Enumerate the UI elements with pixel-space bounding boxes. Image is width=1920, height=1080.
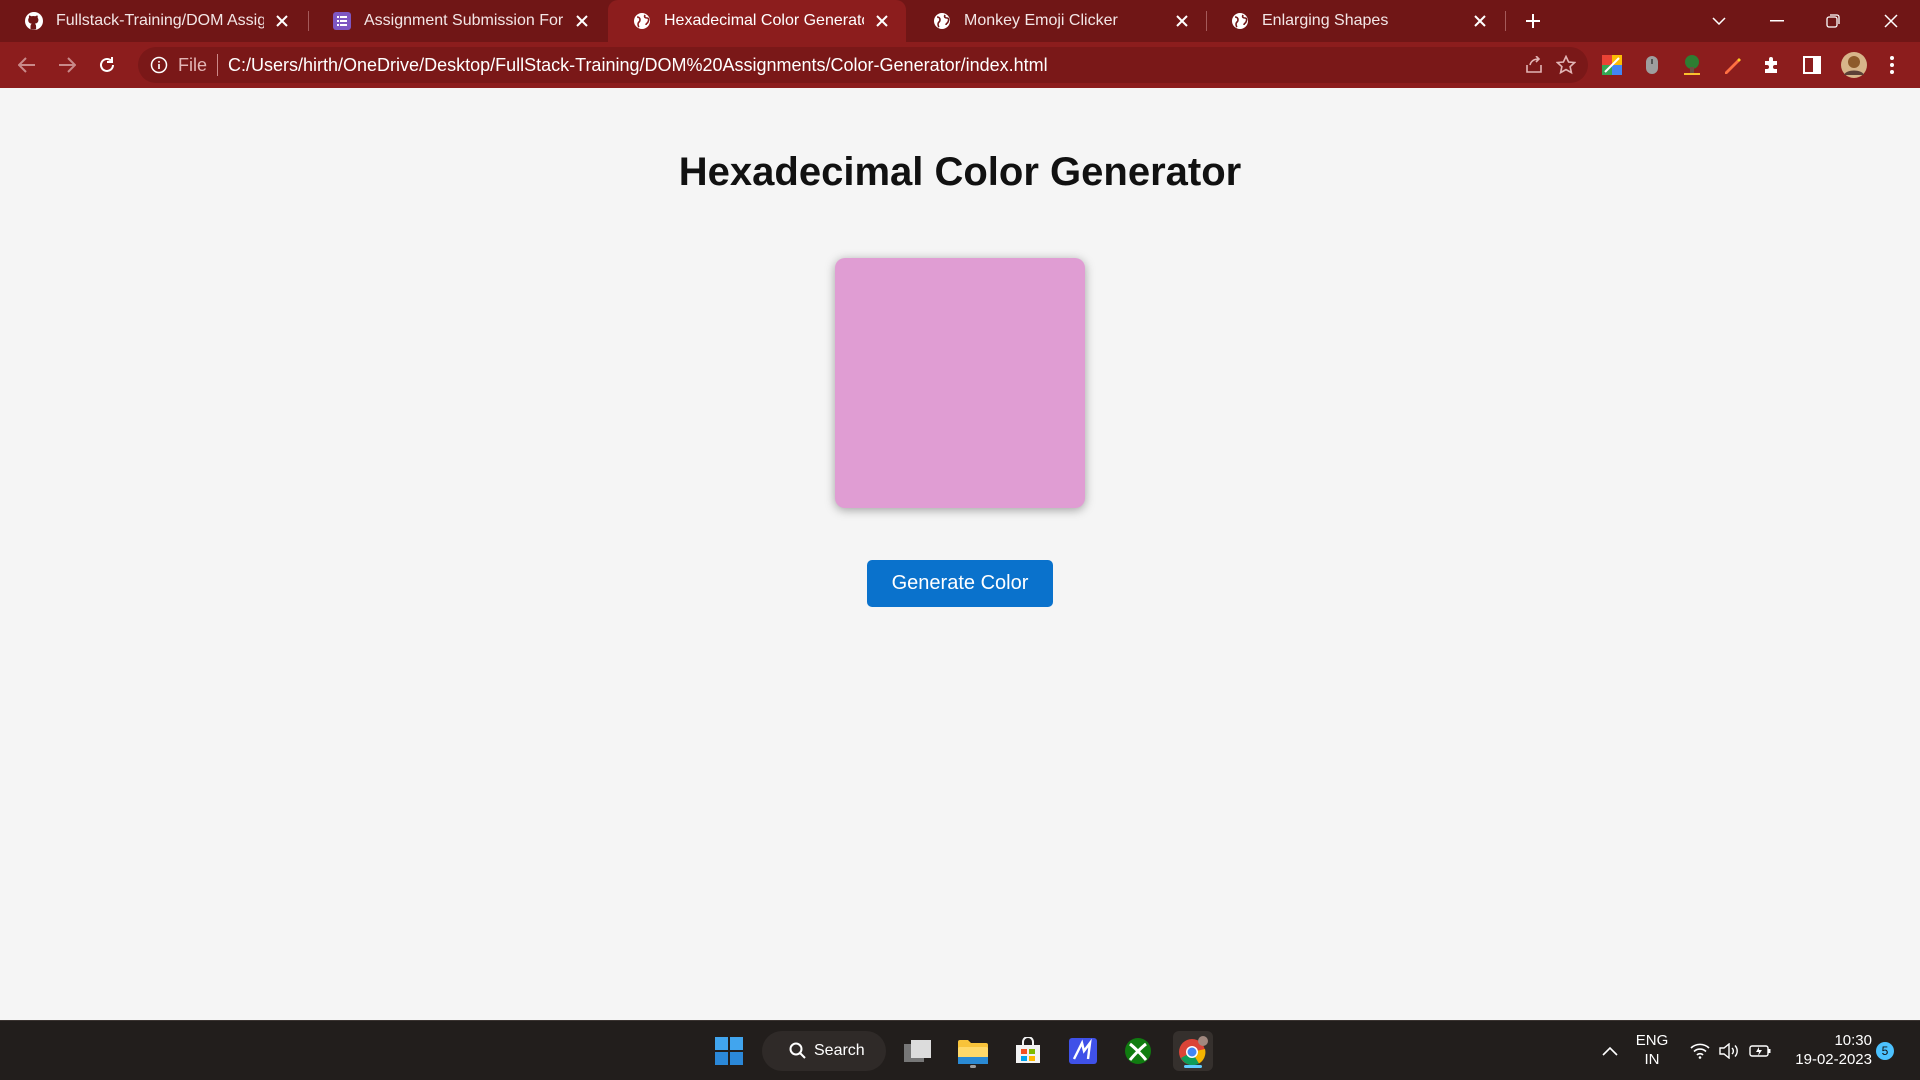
close-icon[interactable] [572,11,592,31]
microsoft-store-button[interactable] [1008,1031,1048,1071]
taskbar-search[interactable]: Search [762,1031,886,1071]
notification-badge[interactable]: 5 [1876,1042,1894,1060]
arrow-left-icon [18,57,35,73]
task-view-icon [904,1040,931,1062]
battery-button[interactable] [1746,1021,1774,1080]
search-label: Search [814,1042,865,1059]
windows-taskbar: Search ENG IN 10:30 19-02-2023 5 [0,1020,1920,1080]
tab-title: Enlarging Shapes [1262,12,1389,29]
globe-icon [932,11,952,31]
restore-button[interactable] [1810,0,1856,42]
minimize-button[interactable] [1754,0,1800,42]
github-icon [24,11,44,31]
scheme-chip: File [178,54,208,75]
language-indicator[interactable]: ENG IN [1628,1031,1676,1071]
extension-mouse-icon[interactable] [1640,53,1664,77]
speaker-icon [1719,1043,1738,1059]
tab-hex-color-generator[interactable]: Hexadecimal Color Generator [608,0,906,42]
clock[interactable]: 10:30 19-02-2023 [1782,1031,1872,1071]
tab-enlarging-shapes[interactable]: Enlarging Shapes [1206,0,1504,42]
minimize-icon [1770,20,1784,22]
globe-icon [632,11,652,31]
tab-monkey-emoji-clicker[interactable]: Monkey Emoji Clicker [908,0,1206,42]
share-icon [1526,56,1542,73]
color-preview-box [835,258,1085,508]
browser-menu-icon[interactable] [1880,53,1904,77]
extension-colorful-icon[interactable] [1600,53,1624,77]
close-icon[interactable] [1172,11,1192,31]
address-bar[interactable]: File C:/Users/hirth/OneDrive/Desktop/Ful… [138,47,1588,83]
browser-toolbar: File C:/Users/hirth/OneDrive/Desktop/Ful… [0,42,1920,88]
extension-tree-icon[interactable] [1680,53,1704,77]
windows-logo-icon [715,1037,743,1065]
search-icon [789,1042,806,1059]
plus-icon [1526,14,1540,28]
reload-button[interactable] [91,49,123,81]
running-indicator [970,1065,976,1068]
close-icon[interactable] [872,11,892,31]
form-icon [332,11,352,31]
page-title: Hexadecimal Color Generator [678,150,1242,194]
active-indicator [1184,1065,1202,1068]
app-icon [1069,1038,1097,1064]
language-code: ENG [1635,1032,1669,1049]
folder-icon [958,1040,988,1064]
close-icon [1884,14,1898,28]
close-window-button[interactable] [1868,0,1914,42]
star-icon [1556,55,1576,75]
chevron-down-icon [1712,17,1726,25]
extension-pen-icon[interactable] [1720,53,1744,77]
extensions-puzzle-icon[interactable] [1760,53,1784,77]
xbox-button[interactable] [1118,1031,1158,1071]
close-icon[interactable] [272,11,292,31]
clock-date: 19-02-2023 [1795,1051,1872,1068]
file-explorer-button[interactable] [953,1031,993,1071]
url-text[interactable]: C:/Users/hirth/OneDrive/Desktop/FullStac… [228,55,1518,76]
reload-icon [100,57,114,72]
share-button[interactable] [1518,49,1550,81]
tab-github[interactable]: Fullstack-Training/DOM Assignments [0,0,306,42]
tab-title: Monkey Emoji Clicker [964,12,1118,29]
forward-button[interactable] [51,49,83,81]
tab-strip: Fullstack-Training/DOM Assignments Assig… [0,0,1920,42]
wifi-icon [1690,1043,1710,1059]
wifi-button[interactable] [1686,1021,1714,1080]
app-button[interactable] [1063,1031,1103,1071]
store-icon [1016,1037,1040,1063]
tab-title: Fullstack-Training/DOM Assignments [56,12,264,29]
generate-color-button[interactable]: Generate Color [867,560,1053,607]
restore-icon [1826,14,1840,28]
volume-button[interactable] [1716,1021,1744,1080]
clock-time: 10:30 [1834,1032,1872,1049]
back-button[interactable] [11,49,43,81]
battery-charging-icon [1749,1045,1771,1057]
page-content: Hexadecimal Color Generator Generate Col… [0,88,1920,1020]
arrow-right-icon [59,57,76,73]
region-code: IN [1644,1051,1660,1068]
chrome-icon [1179,1036,1208,1066]
task-view-button[interactable] [898,1031,938,1071]
tab-title: Assignment Submission Form-17 [364,12,564,29]
divider [217,54,219,76]
globe-icon [1230,11,1250,31]
chrome-button[interactable] [1173,1031,1213,1071]
bookmark-button[interactable] [1550,49,1582,81]
new-tab-button[interactable] [1510,0,1556,42]
profile-avatar[interactable] [1840,51,1868,79]
tab-separator [1505,11,1506,31]
tab-title: Hexadecimal Color Generator [664,12,864,29]
tab-assignment-form[interactable]: Assignment Submission Form-17 [308,0,606,42]
tab-search-button[interactable] [1696,0,1742,42]
chevron-up-icon [1602,1046,1618,1056]
info-icon[interactable] [148,54,170,76]
start-button[interactable] [709,1031,749,1071]
close-icon[interactable] [1470,11,1490,31]
side-panel-icon[interactable] [1800,53,1824,77]
xbox-icon [1125,1038,1151,1064]
show-hidden-icons-button[interactable] [1598,1021,1622,1080]
